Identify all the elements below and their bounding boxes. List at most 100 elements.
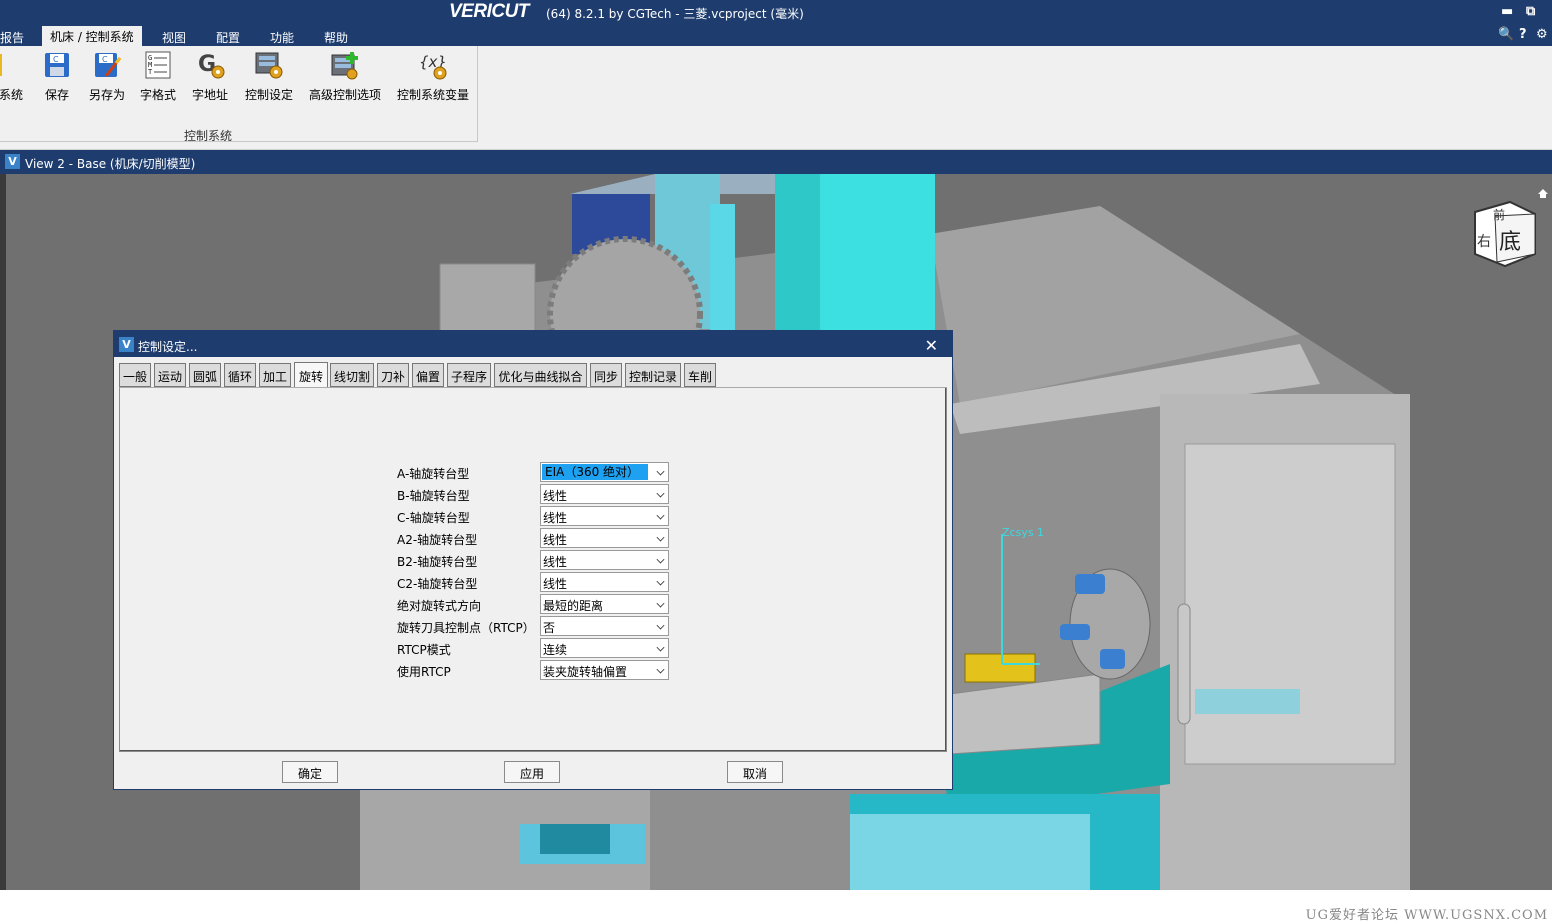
menu-view[interactable]: 视图 [162, 27, 186, 46]
tab-cycle[interactable]: 循环 [224, 363, 256, 387]
b2-axis-dropdown[interactable]: 线性 [540, 550, 669, 570]
tab-subroutine[interactable]: 子程序 [447, 363, 491, 387]
minimize-button[interactable]: ▬ [1501, 4, 1513, 19]
tab-sync[interactable]: 同步 [590, 363, 622, 387]
tab-control-log[interactable]: 控制记录 [625, 363, 681, 387]
menu-help[interactable]: 帮助 [324, 27, 348, 46]
restore-button[interactable]: ⧉ [1526, 4, 1535, 19]
c-axis-dropdown[interactable]: 线性 [540, 506, 669, 526]
tab-machining[interactable]: 加工 [259, 363, 291, 387]
menu-config[interactable]: 配置 [216, 27, 240, 46]
use-rtcp-value: 装夹旋转轴偏置 [543, 665, 628, 679]
tab-arc[interactable]: 圆弧 [189, 363, 221, 387]
word-format-button[interactable]: GMT 字格式 [139, 50, 177, 103]
abs-rotation-direction-value: 最短的距离 [543, 599, 604, 613]
view-cube-face: 底 [1499, 230, 1521, 255]
menu-function[interactable]: 功能 [270, 27, 294, 46]
a2-axis-value: 线性 [543, 533, 568, 547]
close-icon[interactable]: ✕ [925, 336, 938, 355]
chevron-down-icon [656, 621, 665, 630]
rtcp-label: 旋转刀具控制点（RTCP） [397, 621, 535, 635]
chevron-down-icon [656, 467, 665, 476]
tab-offset[interactable]: 偏置 [412, 363, 444, 387]
cancel-button[interactable]: 取消 [727, 761, 783, 783]
menu-report[interactable]: 报告 [0, 27, 24, 46]
ribbon: 系统 C 保存 C 另存为 GMT 字格式 G 字地址 控制设定 高级控制选项 … [0, 46, 1552, 150]
b-axis-dropdown[interactable]: 线性 [540, 484, 669, 504]
rtcp-value: 否 [543, 621, 556, 635]
brand-logo: VERICUT [449, 1, 529, 22]
chevron-down-icon [656, 511, 665, 520]
rotation-settings-panel: A-轴旋转台型 EIA（360 绝对） B-轴旋转台型 线性 C-轴旋转台型 线… [119, 387, 947, 752]
word-address-button-label: 字地址 [191, 88, 228, 102]
a-axis-value: EIA（360 绝对） [542, 464, 648, 480]
view-cube-top: 前 [1493, 207, 1505, 222]
menu-bar: 报告 机床 / 控制系统 视图 配置 功能 帮助 🔍 ? ⚙ [0, 24, 1552, 46]
tab-rotation[interactable]: 旋转 [294, 362, 328, 388]
svg-text:C: C [102, 55, 108, 64]
chevron-down-icon [656, 599, 665, 608]
chevron-down-icon [656, 665, 665, 674]
tab-wire-cut[interactable]: 线切割 [330, 363, 374, 387]
abs-rotation-direction-label: 绝对旋转式方向 [397, 599, 482, 613]
ribbon-group-label: 控制系统 [184, 129, 233, 143]
system-button-label: 系统 [0, 88, 23, 102]
control-settings-dialog: V 控制设定... ✕ 一般 运动 圆弧 循环 加工 旋转 线切割 刀补 偏置 … [113, 330, 953, 790]
save-button[interactable]: C 保存 [41, 50, 73, 103]
control-settings-button[interactable]: 控制设定 [243, 50, 295, 103]
chevron-down-icon [656, 643, 665, 652]
svg-text:Zcsys 1: Zcsys 1 [1002, 526, 1044, 539]
menu-machine-control[interactable]: 机床 / 控制系统 [42, 26, 142, 46]
tab-motion[interactable]: 运动 [154, 363, 186, 387]
save-as-button-label: 另存为 [88, 88, 125, 102]
a-axis-dropdown[interactable]: EIA（360 绝对） [540, 462, 669, 482]
word-address-button[interactable]: G 字地址 [191, 50, 229, 103]
word-format-button-label: 字格式 [139, 88, 176, 102]
control-variables-button[interactable]: {x} 控制系统变量 [395, 50, 471, 103]
variables-icon: {x} [418, 50, 448, 80]
control-variables-button-label: 控制系统变量 [396, 88, 469, 102]
system-button[interactable]: 系统 [0, 50, 26, 103]
view-header: V View 2 - Base (机床/切削模型) [0, 150, 1552, 174]
tab-cutter-comp[interactable]: 刀补 [377, 363, 409, 387]
c2-axis-value: 线性 [543, 577, 568, 591]
chevron-down-icon [656, 555, 665, 564]
abs-rotation-direction-dropdown[interactable]: 最短的距离 [540, 594, 669, 614]
a-axis-label: A-轴旋转台型 [397, 467, 470, 481]
svg-text:C: C [53, 55, 59, 64]
tab-optimization[interactable]: 优化与曲线拟合 [494, 363, 587, 387]
window-title: (64) 8.2.1 by CGTech - 三菱.vcproject (毫米) [546, 7, 804, 21]
advanced-control-options-button-label: 高级控制选项 [308, 88, 381, 102]
control-settings-icon [254, 50, 284, 80]
dialog-title: 控制设定... [138, 340, 198, 354]
apply-button[interactable]: 应用 [504, 761, 560, 783]
a2-axis-dropdown[interactable]: 线性 [540, 528, 669, 548]
rtcp-mode-value: 连续 [543, 643, 568, 657]
forum-watermark: UG爱好者论坛 WWW.UGSNX.COM [1305, 908, 1548, 923]
view-cube[interactable]: 底 右 前 [1474, 200, 1536, 268]
b2-axis-label: B2-轴旋转台型 [397, 555, 478, 569]
view-cube-side: 右 [1477, 234, 1491, 250]
vericut-logo-icon: V [119, 337, 134, 352]
rtcp-dropdown[interactable]: 否 [540, 616, 669, 636]
control-settings-button-label: 控制设定 [244, 88, 293, 102]
save-button-label: 保存 [44, 88, 69, 102]
rtcp-mode-dropdown[interactable]: 连续 [540, 638, 669, 658]
save-as-button[interactable]: C 另存为 [88, 50, 126, 103]
b2-axis-value: 线性 [543, 555, 568, 569]
b-axis-label: B-轴旋转台型 [397, 489, 470, 503]
chevron-down-icon [656, 577, 665, 586]
ribbon-group-control-system: 系统 C 保存 C 另存为 GMT 字格式 G 字地址 控制设定 高级控制选项 … [0, 46, 478, 143]
c2-axis-dropdown[interactable]: 线性 [540, 572, 669, 592]
tab-turning[interactable]: 车削 [684, 363, 716, 387]
help-icon[interactable]: ? [1519, 27, 1527, 42]
use-rtcp-dropdown[interactable]: 装夹旋转轴偏置 [540, 660, 669, 680]
ok-button[interactable]: 确定 [282, 761, 338, 783]
advanced-control-options-button[interactable]: 高级控制选项 [307, 50, 383, 103]
dialog-title-bar[interactable]: V 控制设定... ✕ [114, 331, 952, 357]
b-axis-value: 线性 [543, 489, 568, 503]
c2-axis-label: C2-轴旋转台型 [397, 577, 478, 591]
search-icon[interactable]: 🔍 [1498, 27, 1514, 42]
gear-icon[interactable]: ⚙ [1536, 27, 1548, 42]
tab-general[interactable]: 一般 [119, 363, 151, 387]
